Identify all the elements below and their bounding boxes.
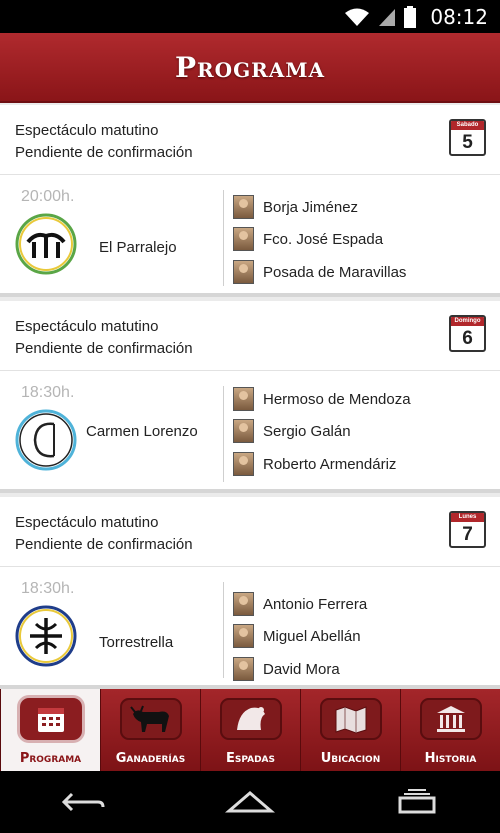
tab-label: Espadas (225, 751, 275, 766)
event-time: 18:30h. (21, 580, 75, 597)
event-status: Pendiente de confirmación (15, 536, 193, 553)
app-header: Programa (0, 33, 500, 103)
tab-espadas[interactable]: Espadas (200, 689, 300, 771)
torero-photo (233, 624, 254, 648)
back-icon[interactable] (60, 790, 106, 814)
torero-item[interactable]: Posada de Maravillas (233, 260, 406, 284)
torero-name: David Mora (263, 660, 340, 678)
torero-name: Fco. José Espada (263, 230, 384, 248)
tab-label: Ubicacion (320, 751, 381, 766)
event-type: Espectáculo matutino (15, 514, 159, 531)
venue-name: El Parralejo (99, 239, 177, 256)
event-type: Espectáculo matutino (15, 122, 159, 139)
ganaderia-logo-icon (14, 604, 78, 668)
wifi-icon (345, 8, 370, 26)
divider (223, 190, 224, 286)
calendar-weekday: Lunes (451, 513, 484, 522)
calendar-day: 7 (462, 524, 473, 545)
tab-label: Programa (19, 751, 82, 766)
temple-icon (419, 698, 482, 740)
tab-label: Ganaderías (115, 751, 186, 766)
torero-photo (233, 227, 254, 251)
event-list[interactable]: Espectáculo matutino Pendiente de confir… (0, 105, 500, 689)
calendar-icon (19, 698, 82, 740)
torero-photo (233, 452, 254, 476)
torero-photo (233, 387, 254, 411)
signal-icon (379, 8, 396, 26)
calendar-day: 5 (462, 132, 473, 153)
torero-photo (233, 260, 254, 284)
torero-item[interactable]: Borja Jiménez (233, 195, 358, 219)
calendar-weekday: Sabado (451, 121, 484, 130)
torero-name: Sergio Galán (263, 422, 351, 440)
event-header: Espectáculo matutino Pendiente de confir… (0, 301, 500, 371)
divider (223, 582, 224, 678)
divider (223, 386, 224, 482)
page-title: Programa (175, 50, 325, 84)
torero-name: Miguel Abellán (263, 627, 361, 645)
bottom-tab-bar: Programa Ganaderías Espadas Ubicacion Hi… (0, 689, 500, 771)
calendar-day: 6 (462, 328, 473, 349)
torero-name: Hermoso de Mendoza (263, 390, 411, 408)
tab-label: Historia (424, 751, 477, 766)
status-bar: 08:12 (0, 0, 500, 33)
torero-name: Borja Jiménez (263, 198, 359, 216)
cape-icon (219, 698, 282, 740)
venue-name: Carmen Lorenzo (86, 423, 198, 440)
system-nav-bar (0, 771, 500, 833)
torero-item[interactable]: Miguel Abellán (233, 624, 361, 648)
torero-name: Antonio Ferrera (263, 595, 368, 613)
torero-item[interactable]: Sergio Galán (233, 419, 351, 443)
torero-item[interactable]: David Mora (233, 657, 340, 681)
event-time: 18:30h. (21, 384, 75, 401)
event-status: Pendiente de confirmación (15, 340, 193, 357)
calendar-date-icon: Sabado 5 (449, 119, 486, 156)
event-header: Espectáculo matutino Pendiente de confir… (0, 105, 500, 175)
map-icon (319, 698, 382, 740)
event-card[interactable]: Espectáculo matutino Pendiente de confir… (0, 105, 500, 297)
event-header: Espectáculo matutino Pendiente de confir… (0, 497, 500, 567)
tab-ubicacion[interactable]: Ubicacion (300, 689, 400, 771)
recent-apps-icon[interactable] (394, 789, 440, 815)
torero-item[interactable]: Roberto Armendáriz (233, 452, 396, 476)
torero-photo (233, 592, 254, 616)
venue-name: Torrestrella (99, 634, 174, 651)
battery-icon (404, 5, 417, 28)
torero-name: Roberto Armendáriz (263, 455, 397, 473)
home-icon[interactable] (224, 789, 275, 815)
torero-item[interactable]: Antonio Ferrera (233, 592, 367, 616)
event-card[interactable]: Espectáculo matutino Pendiente de confir… (0, 301, 500, 493)
tab-programa[interactable]: Programa (0, 689, 100, 771)
event-status: Pendiente de confirmación (15, 144, 193, 161)
tab-historia[interactable]: Historia (400, 689, 500, 771)
event-card[interactable]: Espectáculo matutino Pendiente de confir… (0, 497, 500, 689)
torero-name: Posada de Maravillas (263, 263, 407, 281)
tab-ganaderias[interactable]: Ganaderías (100, 689, 200, 771)
event-time: 20:00h. (21, 188, 75, 205)
event-type: Espectáculo matutino (15, 318, 159, 335)
torero-item[interactable]: Hermoso de Mendoza (233, 387, 411, 411)
calendar-date-icon: Lunes 7 (449, 511, 486, 548)
ganaderia-logo-icon (14, 212, 78, 276)
ganaderia-logo-icon (14, 408, 78, 472)
torero-photo (233, 419, 254, 443)
status-time: 08:12 (430, 4, 488, 29)
torero-photo (233, 657, 254, 681)
calendar-date-icon: Domingo 6 (449, 315, 486, 352)
torero-item[interactable]: Fco. José Espada (233, 227, 383, 251)
bull-icon (119, 698, 182, 740)
calendar-weekday: Domingo (451, 317, 484, 326)
torero-photo (233, 195, 254, 219)
